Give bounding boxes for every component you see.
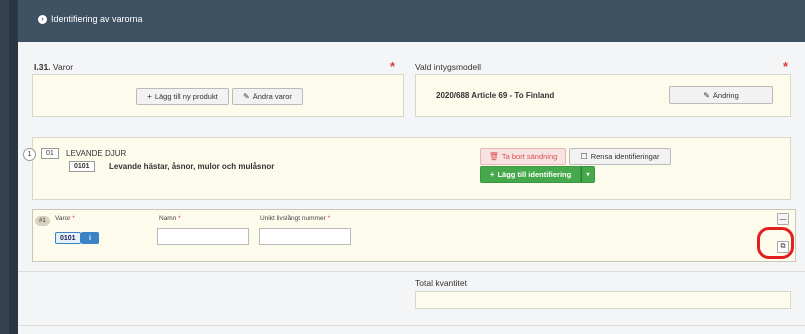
- highlight-ring: [757, 227, 794, 259]
- shipment-index: 1: [23, 148, 36, 161]
- divider: [18, 271, 805, 272]
- edit-goods-button[interactable]: ✎ Ändra varor: [232, 88, 303, 105]
- pencil-icon: ✎: [243, 92, 250, 101]
- total-quantity-input[interactable]: [415, 291, 791, 309]
- goods-panel: + Lägg till ny produkt ✎ Ändra varor: [32, 74, 404, 117]
- shipment-panel: 1 01 LEVANDE DJUR 0101 Levande hästar, å…: [23, 137, 791, 200]
- clear-identifications-button[interactable]: ☐ Rensa identifieringar: [569, 148, 671, 165]
- main-content: I.31. Varor * + Lägg till ny produkt ✎ Ä…: [18, 42, 805, 334]
- goods-label: I.31. Varor: [34, 62, 74, 72]
- minus-icon: —: [779, 215, 787, 223]
- trash-icon: 🗑: [488, 152, 499, 161]
- chevron-circle-icon: ›: [38, 14, 47, 24]
- info-icon[interactable]: i: [81, 232, 99, 244]
- total-quantity-label: Total kvantitet: [415, 278, 467, 288]
- required-marker: *: [783, 59, 789, 74]
- divider: [18, 325, 805, 326]
- plus-icon: +: [489, 170, 495, 179]
- certificate-model-label: Vald intygsmodell: [415, 62, 481, 72]
- section-header[interactable]: › Identifiering av varorna: [18, 0, 805, 42]
- section-title: Identifiering av varorna: [51, 14, 143, 24]
- unique-id-input[interactable]: [259, 228, 351, 245]
- unique-id-column-label: Unikt livslångt nummer *: [260, 215, 331, 222]
- plus-icon: +: [147, 92, 152, 101]
- goods-code-tag: 0101: [55, 232, 81, 244]
- heading-name: Levande hästar, åsnor, mulor och mulåsno…: [109, 162, 275, 171]
- collapse-button[interactable]: —: [777, 213, 789, 225]
- name-input[interactable]: [157, 228, 249, 245]
- checkbox-icon: ☐: [580, 152, 588, 161]
- chapter-code: 01: [41, 148, 59, 159]
- change-model-button[interactable]: ✎ Ändring: [669, 86, 773, 104]
- add-identification-dropdown[interactable]: ▾: [581, 166, 595, 183]
- pencil-icon: ✎: [703, 90, 710, 100]
- goods-column-label: Varor *: [55, 215, 75, 222]
- row-index-badge: #1: [35, 216, 50, 226]
- add-identification-button[interactable]: + Lägg till identifiering: [480, 166, 581, 183]
- chapter-name: LEVANDE DJUR: [66, 149, 127, 158]
- certificate-model-value: 2020/688 Article 69 - To Finland: [436, 91, 555, 100]
- name-column-label: Namn *: [159, 215, 181, 222]
- heading-code: 0101: [69, 161, 95, 172]
- certificate-model-panel: 2020/688 Article 69 - To Finland ✎ Ändri…: [415, 74, 791, 117]
- add-product-button[interactable]: + Lägg till ny produkt: [136, 88, 229, 105]
- remove-shipment-button[interactable]: 🗑 Ta bort sändning: [480, 148, 566, 165]
- identification-row: #1 Varor * Namn * Unikt livslångt nummer…: [32, 209, 796, 262]
- caret-down-icon: ▾: [586, 172, 590, 178]
- required-marker: *: [390, 59, 396, 74]
